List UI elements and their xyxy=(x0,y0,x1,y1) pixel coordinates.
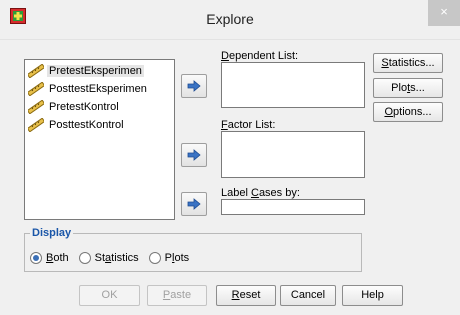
statistics-radio-label[interactable]: Statistics xyxy=(95,252,139,264)
title-bar: Explore × xyxy=(0,0,460,40)
factor-list-box[interactable] xyxy=(221,131,365,178)
move-to-label-cases-button[interactable] xyxy=(181,192,207,216)
variable-label: PosttestKontrol xyxy=(49,119,124,131)
variable-list[interactable]: PretestEksperimen PosttestEksperimen Pre… xyxy=(24,59,175,220)
right-arrow-icon xyxy=(187,80,201,92)
variable-label: PretestEksperimen xyxy=(47,65,144,77)
right-arrow-icon xyxy=(187,198,201,210)
window-title: Explore xyxy=(206,11,254,27)
variable-item[interactable]: PretestKontrol xyxy=(28,99,172,115)
paste-button[interactable]: Paste xyxy=(147,285,207,306)
statistics-radio[interactable] xyxy=(78,252,91,264)
dependent-list-box[interactable] xyxy=(221,62,365,108)
label-cases-label: Label Cases by: xyxy=(221,187,300,199)
display-options: Both Statistics Plots xyxy=(30,250,199,266)
right-arrow-icon xyxy=(187,149,201,161)
display-group-title: Display xyxy=(30,227,74,239)
scale-ruler-icon xyxy=(28,118,44,132)
scale-ruler-icon xyxy=(28,100,44,114)
options-button[interactable]: Options... xyxy=(373,102,443,122)
plots-radio[interactable] xyxy=(148,252,161,264)
variable-item[interactable]: PosttestEksperimen xyxy=(28,81,172,97)
close-icon: × xyxy=(440,4,448,19)
both-radio-label[interactable]: Both xyxy=(46,252,69,264)
reset-button[interactable]: Reset xyxy=(216,285,276,306)
scale-ruler-icon xyxy=(28,64,44,78)
variable-label: PretestKontrol xyxy=(49,101,119,113)
factor-list-label: Factor List: xyxy=(221,119,276,131)
help-button[interactable]: Help xyxy=(342,285,403,306)
variable-item[interactable]: PretestEksperimen xyxy=(28,63,172,79)
cancel-button[interactable]: Cancel xyxy=(280,285,336,306)
close-button[interactable]: × xyxy=(428,0,460,26)
move-to-factor-button[interactable] xyxy=(181,143,207,167)
dependent-list-label: Dependent List: xyxy=(221,50,299,62)
statistics-button[interactable]: Statistics... xyxy=(373,53,443,73)
variable-item[interactable]: PosttestKontrol xyxy=(28,117,172,133)
both-radio[interactable] xyxy=(30,252,42,264)
plots-button[interactable]: Plots... xyxy=(373,78,443,98)
ok-button[interactable]: OK xyxy=(79,285,140,306)
variable-label: PosttestEksperimen xyxy=(49,83,147,95)
plots-radio-label[interactable]: Plots xyxy=(165,252,189,264)
move-to-dependent-button[interactable] xyxy=(181,74,207,98)
scale-ruler-icon xyxy=(28,82,44,96)
label-cases-field[interactable] xyxy=(221,199,365,215)
